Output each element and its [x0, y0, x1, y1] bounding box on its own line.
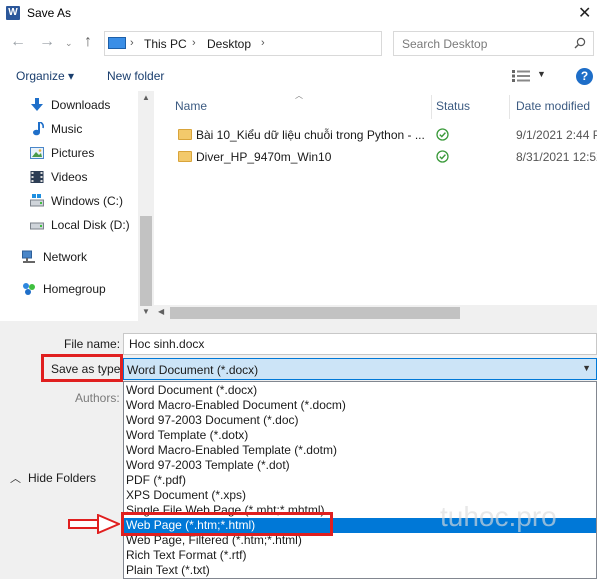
- column-divider[interactable]: [509, 95, 510, 119]
- sync-ok-icon: [436, 128, 449, 141]
- search-box[interactable]: Search Desktop: [393, 31, 594, 56]
- annotation-highlight-box: [41, 354, 123, 382]
- chevron-right-icon[interactable]: ›: [261, 37, 265, 49]
- help-icon[interactable]: ?: [576, 68, 593, 85]
- chevron-up-icon: ︿: [10, 473, 21, 485]
- breadcrumb-desktop[interactable]: Desktop: [207, 37, 251, 51]
- chevron-down-icon[interactable]: ▼: [582, 363, 591, 373]
- annotation-arrow-icon: [68, 514, 120, 534]
- type-option[interactable]: Rich Text Format (*.rtf): [124, 548, 596, 563]
- file-date: 9/1/2021 2:44 P: [516, 128, 597, 142]
- file-name-field[interactable]: [123, 333, 597, 355]
- new-folder-button[interactable]: New folder: [107, 69, 164, 83]
- file-date: 8/31/2021 12:52: [516, 150, 597, 164]
- forward-arrow-icon[interactable]: →: [39, 33, 55, 51]
- column-header-date-modified[interactable]: Date modified: [516, 99, 590, 113]
- sync-ok-icon: [436, 150, 449, 163]
- column-header-status[interactable]: Status: [436, 99, 470, 113]
- organize-button[interactable]: Organize ▾: [16, 69, 74, 83]
- file-name: Diver_HP_9470m_Win10: [196, 150, 332, 164]
- up-arrow-icon[interactable]: ↑: [84, 33, 92, 51]
- window-title: Save As: [27, 6, 72, 20]
- title-bar: W Save As ✕: [0, 0, 597, 27]
- save-form: File name: Save as type: Word Document (…: [0, 321, 597, 579]
- annotation-highlight-box: [121, 512, 333, 536]
- authors-label: Authors:: [75, 391, 120, 405]
- type-option[interactable]: PDF (*.pdf): [124, 473, 596, 488]
- pictures-icon: [30, 147, 44, 159]
- type-option[interactable]: Word Document (*.docx): [124, 383, 596, 398]
- videos-icon: [30, 171, 44, 183]
- file-list: ︿ Name Status Date modified Bài 10_Kiểu …: [154, 91, 597, 321]
- address-bar[interactable]: › This PC › Desktop › ▼ ↻: [104, 31, 483, 56]
- sidebar-item-windows-c[interactable]: Windows (C:): [0, 190, 138, 212]
- sidebar-item-label: Local Disk (D:): [51, 218, 130, 232]
- sidebar-item-label: Videos: [51, 170, 88, 184]
- type-option[interactable]: Plain Text (*.txt): [124, 563, 596, 578]
- save-as-type-select[interactable]: Word Document (*.docx) ▼: [123, 358, 597, 380]
- type-option[interactable]: Word Template (*.dotx): [124, 428, 596, 443]
- watermark: tuhoc.pro: [440, 501, 557, 532]
- save-as-type-value: Word Document (*.docx): [127, 363, 259, 377]
- sidebar-item-label: Homegroup: [43, 282, 106, 296]
- drive-d-icon: [30, 222, 44, 230]
- sidebar-item-local-disk-d[interactable]: Local Disk (D:): [0, 214, 138, 236]
- file-row[interactable]: Diver_HP_9470m_Win10 8/31/2021 12:52: [174, 146, 597, 168]
- scroll-down-icon[interactable]: ▼: [142, 307, 150, 316]
- word-app-icon: W: [6, 6, 20, 20]
- file-row[interactable]: Bài 10_Kiểu dữ liệu chuỗi trong Python -…: [174, 124, 597, 146]
- chevron-right-icon[interactable]: ›: [192, 37, 196, 49]
- type-option[interactable]: Word Macro-Enabled Template (*.dotm): [124, 443, 596, 458]
- sidebar-item-videos[interactable]: Videos: [0, 166, 138, 188]
- drive-c-icon: [30, 194, 44, 207]
- sidebar-item-label: Music: [51, 122, 83, 136]
- homegroup-icon: [23, 283, 35, 295]
- type-option[interactable]: Word 97-2003 Document (*.doc): [124, 413, 596, 428]
- sidebar-item-homegroup[interactable]: Homegroup: [0, 278, 138, 300]
- hide-folders-label: Hide Folders: [28, 471, 97, 485]
- file-name-label: File name:: [64, 337, 121, 351]
- folder-icon: [178, 151, 192, 162]
- navigation-pane: Downloads Music Pictures Videos Windows …: [0, 91, 138, 321]
- save-as-type-dropdown-list: Word Document (*.docx) Word Macro-Enable…: [123, 381, 597, 579]
- file-name-input[interactable]: [124, 334, 596, 354]
- column-header-name[interactable]: Name: [175, 99, 207, 113]
- folder-icon: [178, 129, 192, 140]
- sidebar-item-pictures[interactable]: Pictures: [0, 142, 138, 164]
- view-dropdown-icon[interactable]: ▼: [537, 69, 546, 79]
- scroll-left-icon[interactable]: ◀: [158, 307, 164, 316]
- sidebar-item-label: Windows (C:): [51, 194, 124, 208]
- scrollbar-thumb[interactable]: [140, 216, 152, 306]
- sidebar-item-music[interactable]: Music: [0, 118, 138, 140]
- chevron-right-icon[interactable]: ›: [130, 37, 134, 49]
- navigation-scrollbar[interactable]: ▲ ▼: [138, 91, 154, 321]
- search-placeholder[interactable]: Search Desktop: [402, 37, 487, 51]
- scrollbar-thumb[interactable]: [170, 307, 460, 319]
- network-icon: [22, 250, 35, 263]
- download-icon: [31, 98, 43, 111]
- back-arrow-icon[interactable]: ←: [10, 33, 26, 51]
- sidebar-item-network[interactable]: Network: [0, 246, 138, 268]
- view-options-icon[interactable]: [512, 70, 530, 82]
- sidebar-item-label: Pictures: [51, 146, 95, 160]
- type-option[interactable]: Word 97-2003 Template (*.dot): [124, 458, 596, 473]
- sort-ascending-icon: ︿: [295, 91, 303, 100]
- file-name: Bài 10_Kiểu dữ liệu chuỗi trong Python -…: [196, 128, 425, 142]
- command-toolbar: Organize ▾ New folder ▼ ?: [0, 63, 597, 91]
- column-divider[interactable]: [431, 95, 432, 119]
- scroll-up-icon[interactable]: ▲: [142, 93, 150, 102]
- search-icon[interactable]: [574, 37, 586, 49]
- sidebar-item-downloads[interactable]: Downloads: [0, 94, 138, 116]
- sidebar-item-label: Downloads: [51, 98, 111, 112]
- type-option[interactable]: Word Macro-Enabled Document (*.docm): [124, 398, 596, 413]
- music-icon: [33, 122, 44, 136]
- breadcrumb-this-pc[interactable]: This PC: [144, 37, 187, 51]
- file-list-horizontal-scrollbar[interactable]: ◀: [154, 305, 597, 321]
- this-pc-icon: [108, 37, 126, 49]
- recent-locations-chevron-icon[interactable]: ⌄: [65, 38, 73, 49]
- close-icon[interactable]: ✕: [578, 3, 591, 23]
- sidebar-item-label: Network: [43, 250, 88, 264]
